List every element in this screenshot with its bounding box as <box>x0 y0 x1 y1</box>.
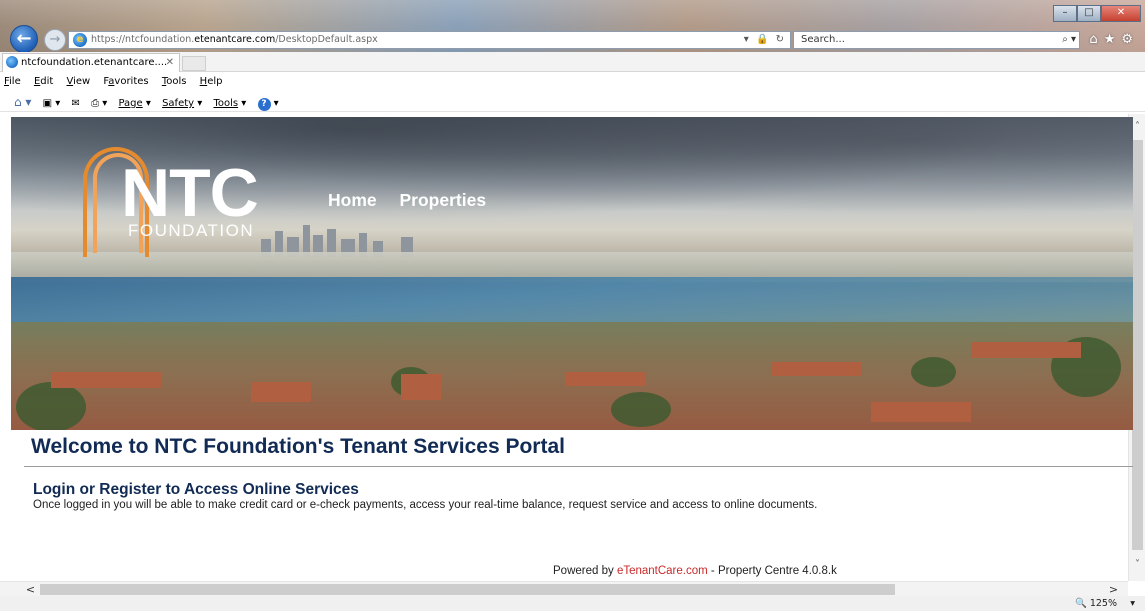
browser-right-icons: ⌂★⚙ <box>1089 32 1139 47</box>
menu-view[interactable]: View <box>67 76 91 87</box>
zoom-level[interactable]: 🔍 125% <box>1075 596 1117 611</box>
address-tools: ▾ 🔒 ↻ <box>744 32 786 48</box>
status-bar: 🔍 125% ▾ <box>0 596 1145 611</box>
cmd-feeds-icon[interactable]: ▣ ▾ <box>43 98 61 109</box>
scroll-left-icon[interactable]: < <box>22 582 39 597</box>
ie-site-icon: e <box>73 33 87 47</box>
cmd-home-icon[interactable]: ⌂ ▾ <box>14 95 31 109</box>
dropdown-arrow-icon[interactable]: ▾ <box>744 34 751 45</box>
tab-strip: ntcfoundation.etenantcare.... ✕ <box>0 52 1145 72</box>
nav-home[interactable]: Home <box>328 190 377 210</box>
page-title: Welcome to NTC Foundation's Tenant Servi… <box>31 435 565 458</box>
home-icon[interactable]: ⌂ <box>1089 32 1103 47</box>
login-description: Once logged in you will be able to make … <box>33 499 818 511</box>
zoom-dropdown-icon[interactable]: ▾ <box>1130 596 1135 611</box>
menu-favorites[interactable]: Favorites <box>103 76 148 87</box>
ie-tab-icon <box>6 56 18 68</box>
ntc-logo[interactable]: NTC FOUNDATION <box>83 139 263 257</box>
menu-file[interactable]: File <box>4 76 21 87</box>
menu-tools[interactable]: Tools <box>162 76 187 87</box>
back-arrow-icon: ← <box>16 28 32 49</box>
help-icon: ? <box>257 98 271 111</box>
zoom-value: 125% <box>1089 598 1117 609</box>
close-window-button[interactable]: ✕ <box>1101 5 1141 22</box>
banner-navigation: Home Properties <box>328 190 504 211</box>
cmd-mail-icon[interactable]: ✉ <box>72 98 80 109</box>
tab-title: ntcfoundation.etenantcare.... <box>21 57 168 68</box>
menu-help[interactable]: Help <box>200 76 223 87</box>
search-input[interactable]: Search... ⌕ ▾ <box>793 31 1080 49</box>
etenantcare-link[interactable]: eTenantCare.com <box>617 565 708 577</box>
address-bar[interactable]: e https://ntcfoundation.etenantcare.com/… <box>68 31 791 49</box>
settings-gear-icon[interactable]: ⚙ <box>1121 32 1139 47</box>
cmd-print-icon[interactable]: ⎙ ▾ <box>91 98 107 109</box>
cmd-tools-menu[interactable]: Tools ▾ <box>213 98 246 109</box>
command-bar: ⌂ ▾ ▣ ▾ ✉ ⎙ ▾ Page ▾ Safety ▾ Tools ▾ ? … <box>0 92 1145 112</box>
refresh-icon[interactable]: ↻ <box>776 34 786 45</box>
login-heading: Login or Register to Access Online Servi… <box>33 481 359 498</box>
title-divider <box>24 466 1133 467</box>
footer-version: - Property Centre 4.0.8.k <box>707 565 837 577</box>
lock-icon[interactable]: 🔒 <box>756 34 770 45</box>
hero-banner: NTC FOUNDATION Home Properties <box>11 117 1133 430</box>
menu-bar: File Edit View Favorites Tools Help <box>0 73 1145 91</box>
browser-titlebar: – □ ✕ ← → e https://ntcfoundation.etenan… <box>0 0 1145 53</box>
cmd-page-menu[interactable]: Page ▾ <box>118 98 150 109</box>
maximize-button[interactable]: □ <box>1077 5 1101 22</box>
cmd-safety-menu[interactable]: Safety ▾ <box>162 98 202 109</box>
search-placeholder: Search... <box>801 34 845 45</box>
logo-ntc-text: NTC <box>121 155 259 231</box>
forward-button[interactable]: → <box>44 29 66 51</box>
horizontal-scroll-thumb[interactable] <box>40 584 895 595</box>
address-url: https://ntcfoundation.etenantcare.com/De… <box>91 34 378 45</box>
city-skyline <box>261 217 461 257</box>
forward-arrow-icon: → <box>49 32 61 47</box>
new-tab-button[interactable] <box>182 56 206 71</box>
menu-edit[interactable]: Edit <box>34 76 53 87</box>
horizontal-scrollbar[interactable]: < > <box>0 581 1128 596</box>
page-footer: Powered by eTenantCare.com - Property Ce… <box>553 565 837 577</box>
scroll-down-icon[interactable]: ˅ <box>1129 556 1145 573</box>
cmd-help-menu[interactable]: ? ▾ <box>257 98 279 111</box>
banner-roofs <box>11 342 1133 430</box>
search-icon[interactable]: ⌕ ▾ <box>1062 32 1076 48</box>
favorites-star-icon[interactable]: ★ <box>1104 32 1122 47</box>
footer-prefix: Powered by <box>553 565 617 577</box>
scroll-right-icon[interactable]: > <box>1105 582 1122 597</box>
nav-properties[interactable]: Properties <box>400 190 487 210</box>
logo-foundation-text: FOUNDATION <box>128 221 255 240</box>
window-controls: – □ ✕ <box>1053 5 1141 22</box>
vertical-scroll-thumb[interactable] <box>1132 140 1143 550</box>
close-tab-icon[interactable]: ✕ <box>166 54 174 71</box>
tab-ntcfoundation[interactable]: ntcfoundation.etenantcare.... ✕ <box>2 53 180 72</box>
back-button[interactable]: ← <box>10 25 38 53</box>
minimize-button[interactable]: – <box>1053 5 1077 22</box>
